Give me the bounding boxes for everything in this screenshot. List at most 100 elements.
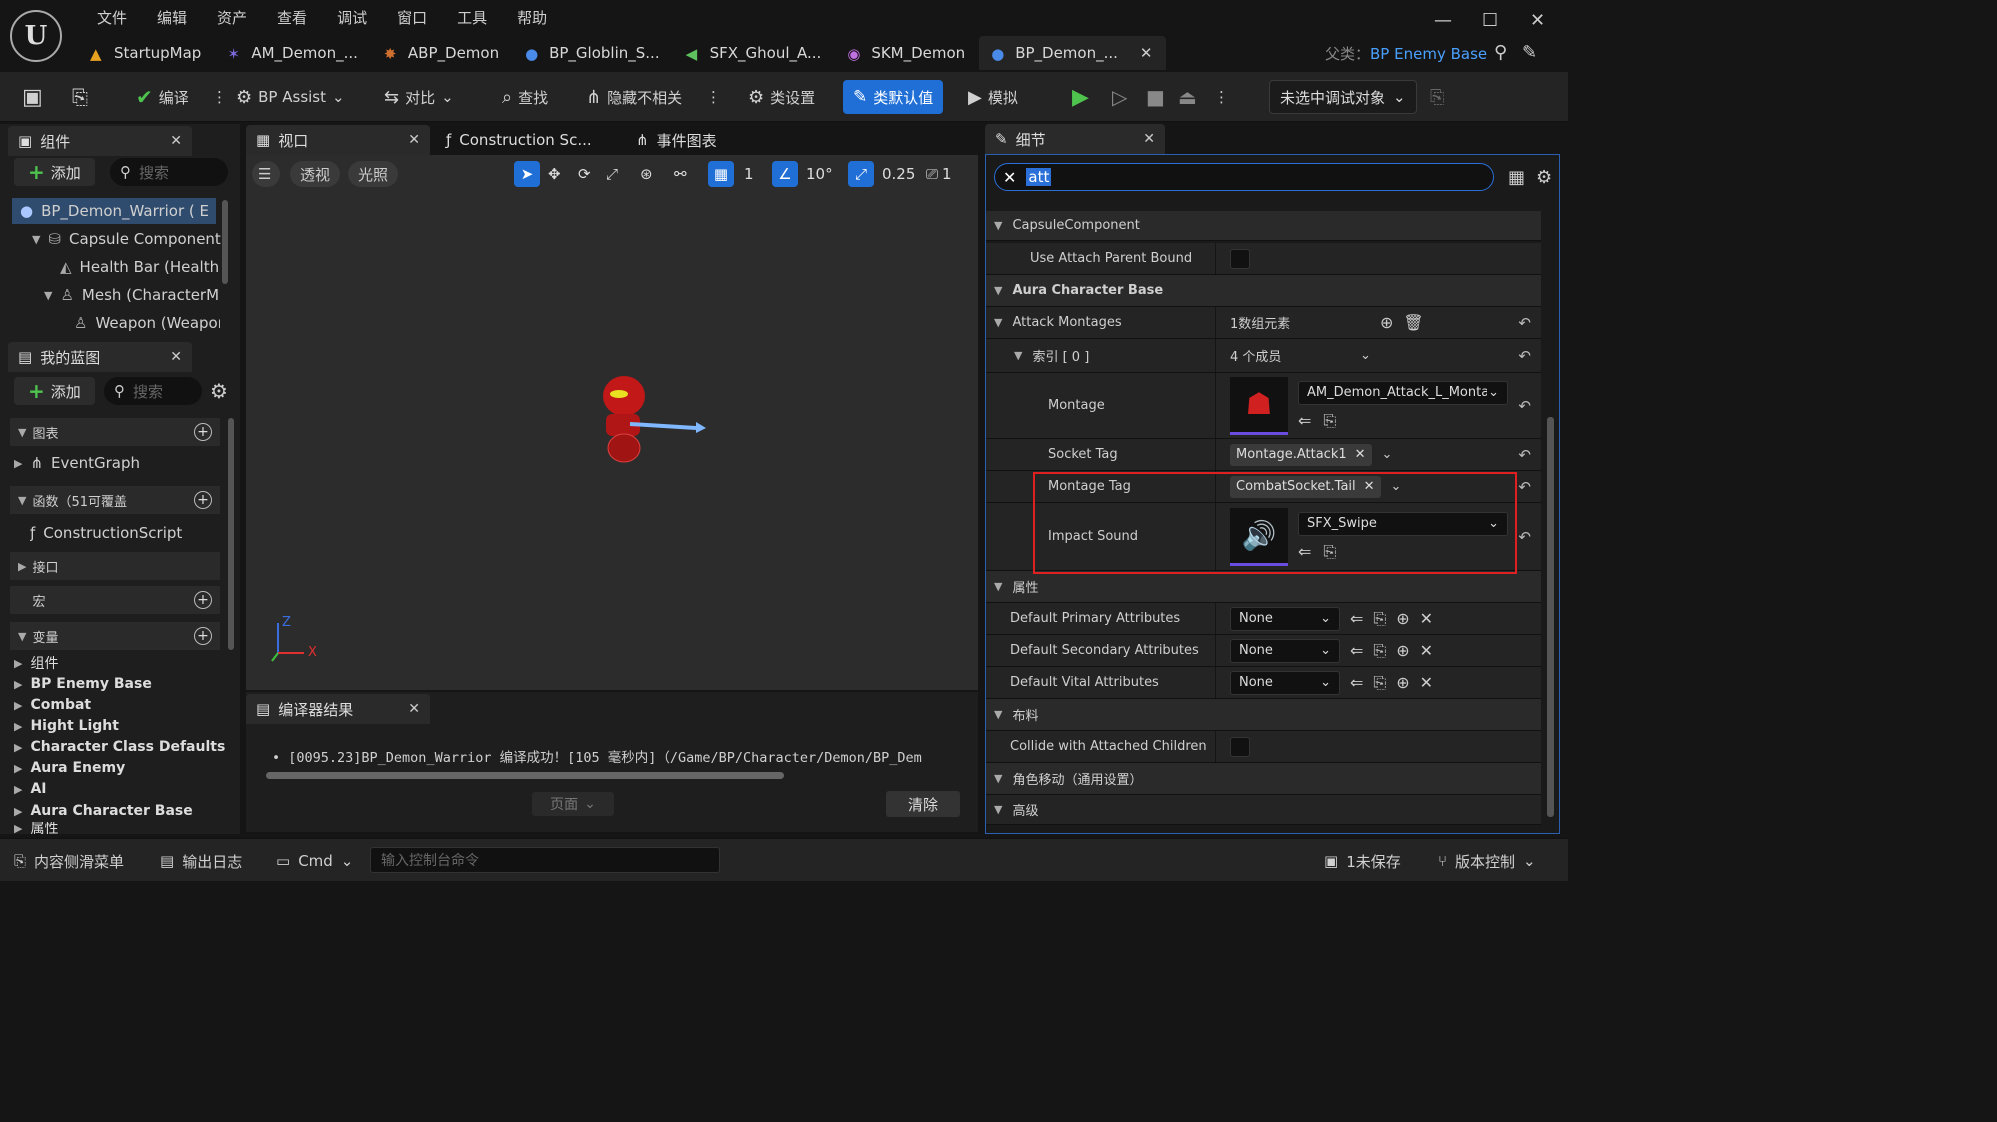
use-selected-icon[interactable]: ⇐ — [1350, 609, 1363, 628]
scrollbar[interactable] — [222, 200, 228, 284]
scale-snap-button[interactable]: ⤢ 0.25 — [848, 161, 919, 187]
tab-my-blueprint[interactable]: ▤ 我的蓝图 ✕ — [8, 342, 192, 372]
edit-pencil-icon[interactable]: ✎ — [1522, 42, 1537, 63]
minimize-icon[interactable]: — — [1434, 10, 1452, 31]
scrollbar[interactable] — [228, 418, 234, 650]
tab-bp-demon[interactable]: ● BP_Demon_... ✕ — [979, 36, 1167, 70]
add-function-icon[interactable]: + — [194, 491, 212, 509]
trash-icon[interactable]: 🗑 — [1403, 313, 1423, 332]
close-icon[interactable]: ✕ — [408, 701, 420, 717]
save-icon[interactable]: ▣ — [22, 80, 43, 114]
menu-window[interactable]: 窗口 — [382, 7, 442, 29]
category-capsule[interactable]: ▼ CapsuleComponent — [986, 211, 1541, 241]
montage-asset-dropdown[interactable]: AM_Demon_Attack_L_Montage ⌄ — [1298, 380, 1508, 405]
browse-icon[interactable]: ⎘ — [1373, 673, 1386, 693]
camera-speed-button[interactable]: ⎚ 1 — [926, 161, 952, 187]
tab-am-demon[interactable]: ✶ AM_Demon_... — [215, 36, 372, 70]
close-icon[interactable]: ✕ — [170, 133, 182, 149]
close-window-icon[interactable]: ✕ — [1530, 10, 1545, 31]
step-icon[interactable]: ▷ — [1112, 80, 1127, 114]
collide-checkbox[interactable] — [1230, 736, 1250, 757]
unsaved-button[interactable]: ▣ 1未保存 — [1324, 847, 1401, 875]
diff-button[interactable]: ⇆ 对比 ⌄ — [384, 80, 454, 114]
category-aura-character-base[interactable]: ▼ Aura Character Base — [986, 275, 1541, 307]
tab-compiler-results[interactable]: ▤ 编译器结果 ✕ — [246, 694, 430, 724]
viewport[interactable]: ☰ 透视 光照 ➤ ✥ ⟳ ⤢ ⊛ ⚯ ▦ 1 ∠ 10° ⤢ 0.25 ⎚ 1 Z X — [246, 155, 978, 690]
gear-icon[interactable]: ⚙ — [1536, 167, 1552, 188]
grid-snap-button[interactable]: ▦ 1 — [708, 161, 760, 187]
close-icon[interactable]: ✕ — [408, 132, 420, 148]
tab-construction-script[interactable]: ƒ Construction Sc... — [436, 125, 616, 155]
chevron-down-icon[interactable]: ⌄ — [1360, 348, 1371, 363]
event-graph-item[interactable]: ▶ ⋔ EventGraph — [14, 450, 214, 476]
add-graph-icon[interactable]: + — [194, 423, 212, 441]
console-command-input[interactable]: 输入控制台命令 — [370, 847, 720, 873]
add-macro-icon[interactable]: + — [194, 591, 212, 609]
tree-item-healthbar[interactable]: ◭ Health Bar (Health — [60, 254, 220, 280]
vital-attributes-dropdown[interactable]: None ⌄ — [1230, 670, 1340, 695]
menu-asset[interactable]: 资产 — [202, 7, 262, 29]
world-local-icon[interactable]: ⊛ — [640, 161, 653, 187]
tree-item-weapon[interactable]: ♙ Weapon (Weapor — [74, 310, 220, 336]
select-mode-button[interactable]: ➤ — [514, 161, 540, 187]
viewport-menu-icon[interactable]: ☰ — [252, 161, 280, 187]
table-view-icon[interactable]: ▦ — [1508, 167, 1525, 188]
clear-button[interactable]: 清除 — [886, 791, 960, 817]
bp-assist-button[interactable]: ⚙ BP Assist ⌄ — [236, 80, 345, 114]
add-element-icon[interactable]: ⊕ — [1380, 313, 1393, 332]
scale-icon[interactable]: ⤢ — [606, 161, 618, 187]
use-selected-icon[interactable]: ⇐ — [1298, 411, 1311, 431]
blueprint-search-input[interactable]: ⚲ 搜索 — [104, 377, 202, 405]
play-options-icon[interactable]: ⋮ — [1214, 80, 1229, 114]
tab-startupmap[interactable]: ▲ StartupMap — [78, 36, 215, 70]
primary-attributes-dropdown[interactable]: None ⌄ — [1230, 606, 1340, 631]
tab-abp-demon[interactable]: ✸ ABP_Demon — [372, 36, 513, 70]
parent-class-link[interactable]: BP Enemy Base — [1370, 45, 1487, 63]
reset-icon[interactable]: ↶ — [1518, 347, 1531, 365]
use-attach-checkbox[interactable] — [1230, 248, 1250, 269]
section-variables[interactable]: ▼ 变量 + — [10, 622, 220, 650]
add-member-button[interactable]: + 添加 — [14, 377, 95, 405]
browse-icon[interactable]: ⎘ — [1323, 411, 1336, 431]
reset-icon[interactable]: ↶ — [1518, 314, 1531, 332]
horizontal-scrollbar[interactable] — [266, 772, 784, 779]
close-icon[interactable]: ✕ — [1143, 131, 1155, 147]
surface-snap-icon[interactable]: ⚯ — [674, 161, 687, 187]
close-icon[interactable]: ✕ — [170, 349, 182, 365]
details-search-input[interactable]: ✕ att — [994, 163, 1494, 191]
section-functions[interactable]: ▼ 函数（51可覆盖 + — [10, 486, 220, 514]
maximize-icon[interactable]: ☐ — [1482, 10, 1498, 31]
use-selected-icon[interactable]: ⇐ — [1350, 641, 1363, 660]
find-button[interactable]: ⌕ 查找 — [502, 80, 548, 114]
hide-options-icon[interactable]: ⋮ — [706, 80, 721, 114]
chevron-down-icon[interactable]: ⌄ — [1382, 447, 1393, 462]
var-group-components[interactable]: ▶ 组件 — [14, 653, 58, 673]
montage-thumbnail[interactable]: ☗ — [1230, 376, 1288, 435]
expand-arrow-icon[interactable]: ▼ — [32, 233, 40, 246]
clear-search-icon[interactable]: ✕ — [1003, 168, 1016, 187]
component-search-input[interactable]: ⚲ 搜索 — [110, 158, 228, 186]
add-icon[interactable]: ⊕ — [1396, 673, 1409, 692]
tree-item-root[interactable]: ● BP_Demon_Warrior ( E — [12, 198, 216, 224]
var-group-aura-character-base[interactable]: ▶ Aura Character Base — [14, 801, 193, 821]
hide-unrelated-button[interactable]: ⋔ 隐藏不相关 — [586, 80, 682, 114]
menu-view[interactable]: 查看 — [262, 7, 322, 29]
menu-edit[interactable]: 编辑 — [142, 7, 202, 29]
browse-icon[interactable]: ⎘ — [1373, 609, 1386, 629]
menu-tools[interactable]: 工具 — [442, 7, 502, 29]
reset-icon[interactable]: ↶ — [1518, 478, 1531, 496]
tab-event-graph[interactable]: ⋔ 事件图表 — [626, 125, 746, 155]
tab-components[interactable]: ▣ 组件 ✕ — [8, 126, 192, 156]
debug-browse-icon[interactable]: ⎘ — [1430, 80, 1444, 114]
add-component-button[interactable]: + 添加 — [14, 158, 95, 186]
tab-bp-globlin[interactable]: ● BP_Globlin_S... — [513, 36, 674, 70]
close-tab-icon[interactable]: ✕ — [1140, 44, 1153, 62]
add-icon[interactable]: ⊕ — [1396, 609, 1409, 628]
construction-script-item[interactable]: ƒ ConstructionScript — [30, 520, 220, 546]
gear-icon[interactable]: ⚙ — [210, 379, 228, 403]
tab-sfx-ghoul[interactable]: ◀ SFX_Ghoul_A... — [674, 36, 836, 70]
category-advanced[interactable]: ▼ 高级 — [986, 795, 1541, 825]
play-icon[interactable]: ▶ — [1072, 80, 1089, 114]
clear-icon[interactable]: ✕ — [1420, 673, 1433, 692]
perspective-button[interactable]: 透视 — [290, 161, 341, 187]
